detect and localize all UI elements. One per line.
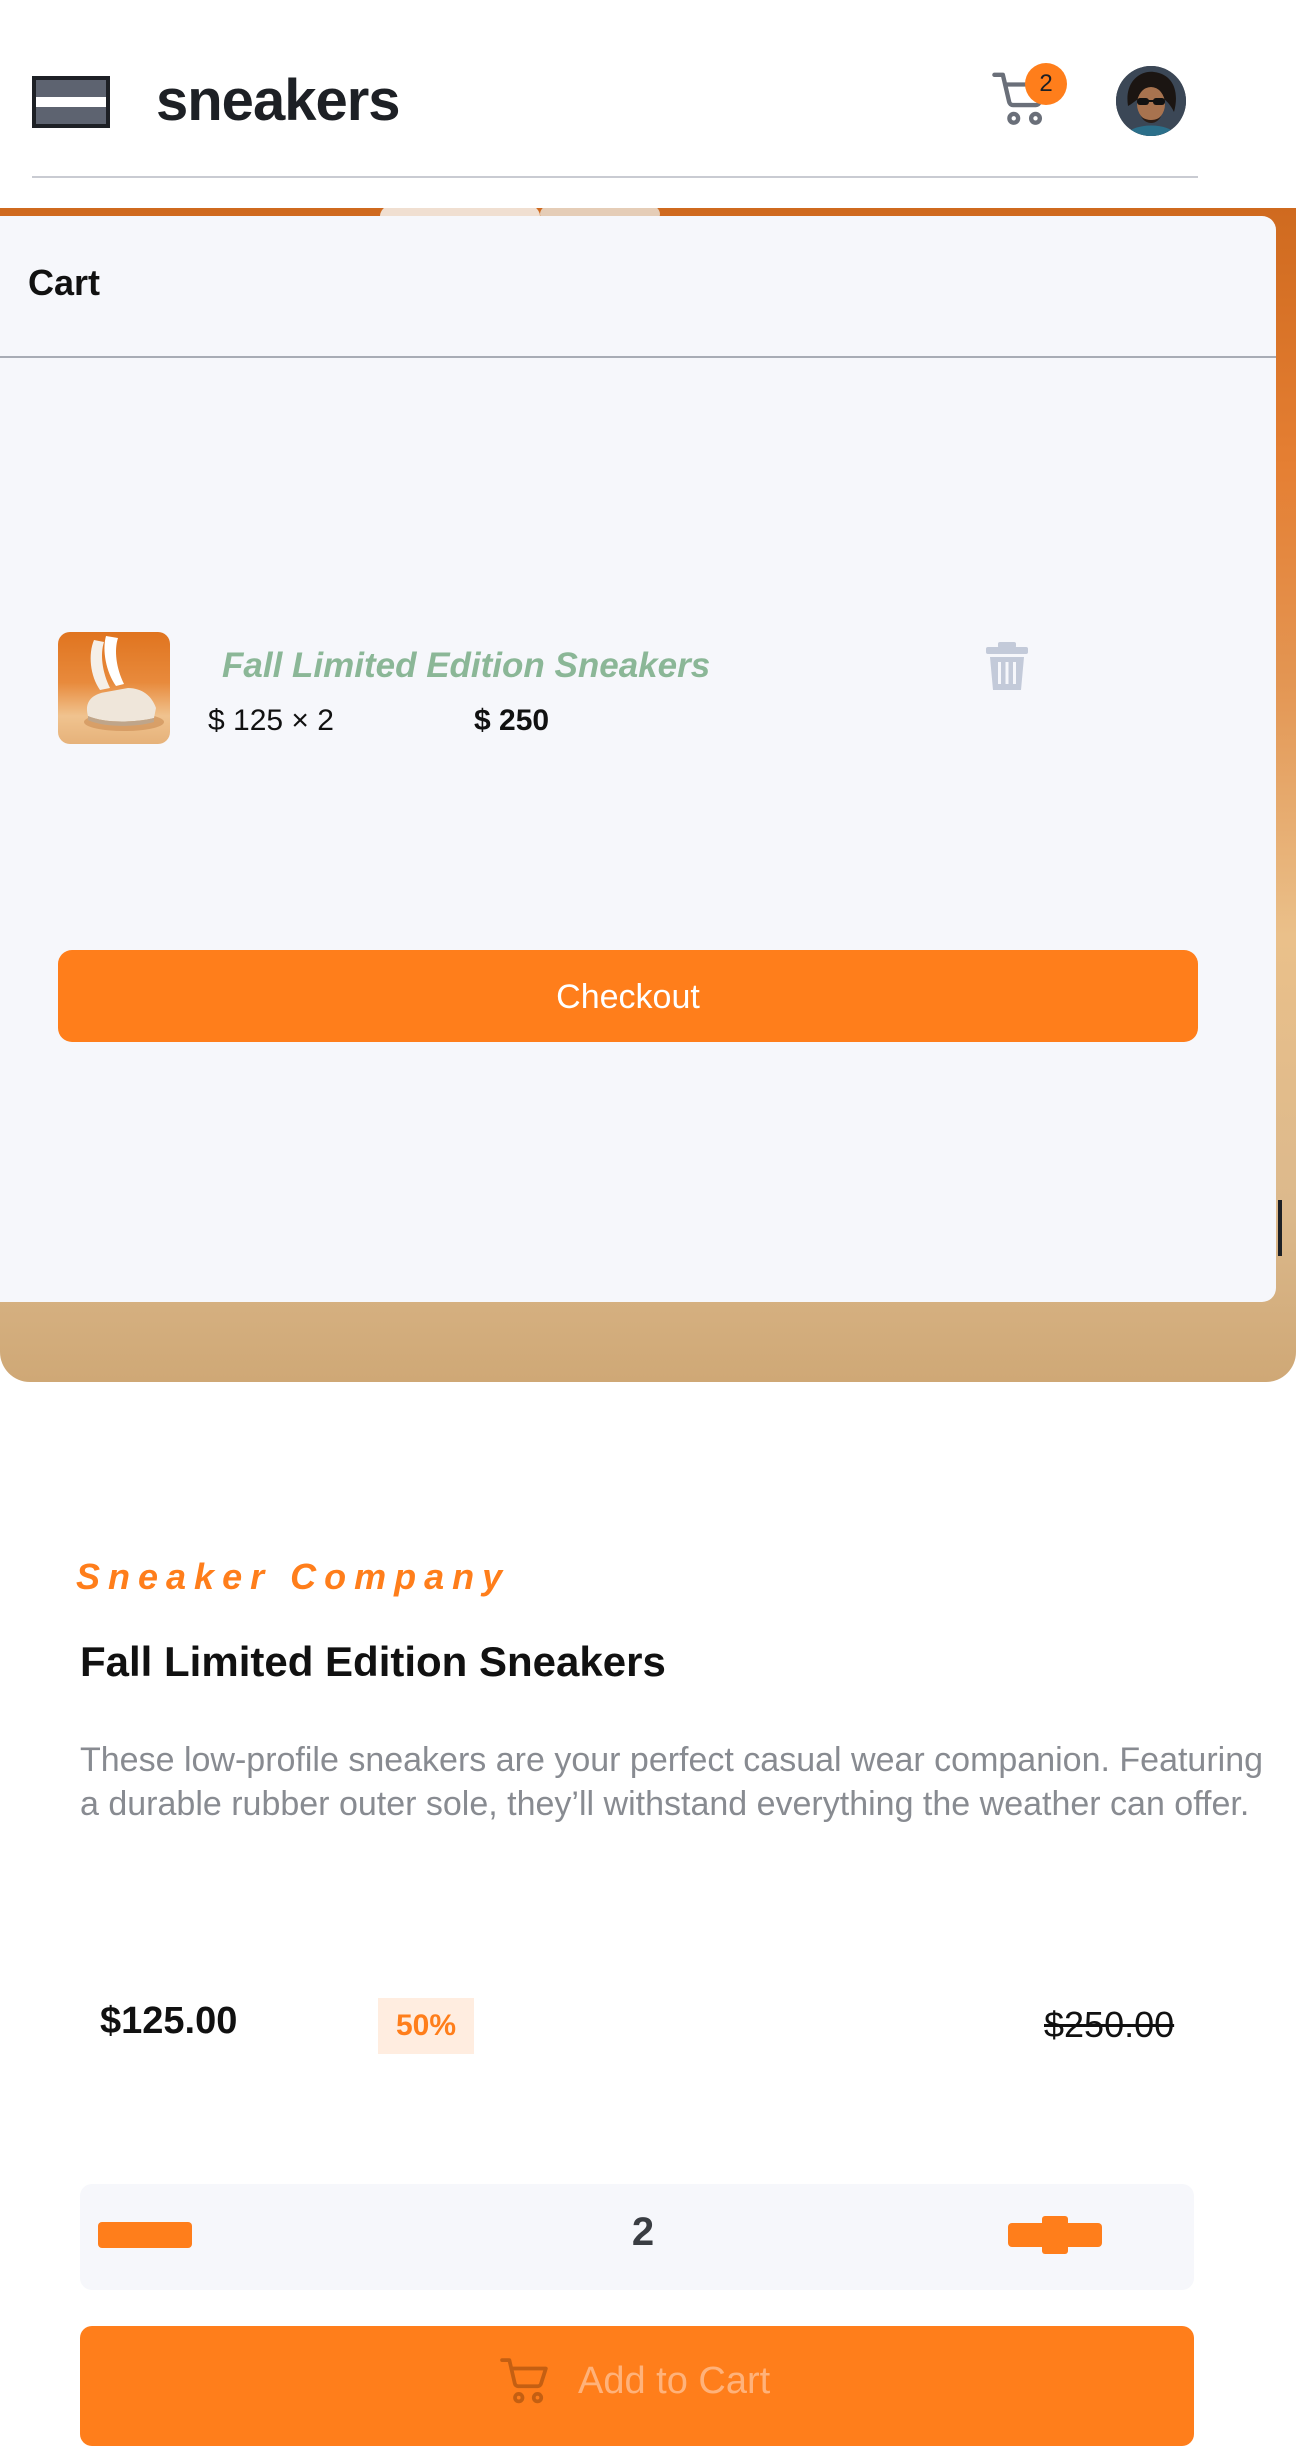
checkout-button[interactable]: Checkout (58, 950, 1198, 1042)
cart-title: Cart (28, 262, 101, 303)
product-description: These low-profile sneakers are your perf… (80, 1741, 1264, 1823)
company-name: Sneaker Company (76, 1556, 511, 1597)
menu-icon[interactable] (32, 76, 110, 128)
cart-item-price-calc: $ 125 × 2 (208, 704, 334, 737)
quantity-value: 2 (631, 2210, 655, 2254)
discount-badge: 50% (378, 1998, 474, 2054)
cart-icon (500, 2358, 548, 2404)
cart-count-badge: 2 (1025, 63, 1067, 105)
avatar[interactable] (1116, 66, 1186, 136)
cart-item-total: $ 250 (474, 704, 550, 737)
product-title: Fall Limited Edition Sneakers (80, 1638, 666, 1685)
increase-quantity-button[interactable] (1008, 2210, 1102, 2258)
decrease-quantity-button[interactable] (98, 2222, 192, 2248)
cart-item-name: Fall Limited Edition Sneakers (222, 646, 711, 685)
trash-icon[interactable] (984, 642, 1030, 692)
original-price: $250.00 (1044, 2004, 1175, 2045)
cart-item-thumbnail (58, 632, 170, 744)
logo: sneakers (156, 68, 401, 133)
current-price: $125.00 (100, 2000, 238, 2042)
cart-divider (0, 356, 1276, 358)
header-divider (32, 176, 1198, 178)
add-to-cart-label: Add to Cart (578, 2360, 771, 2402)
cart-panel (0, 216, 1276, 1302)
lightbox-edge (1278, 1200, 1282, 1256)
